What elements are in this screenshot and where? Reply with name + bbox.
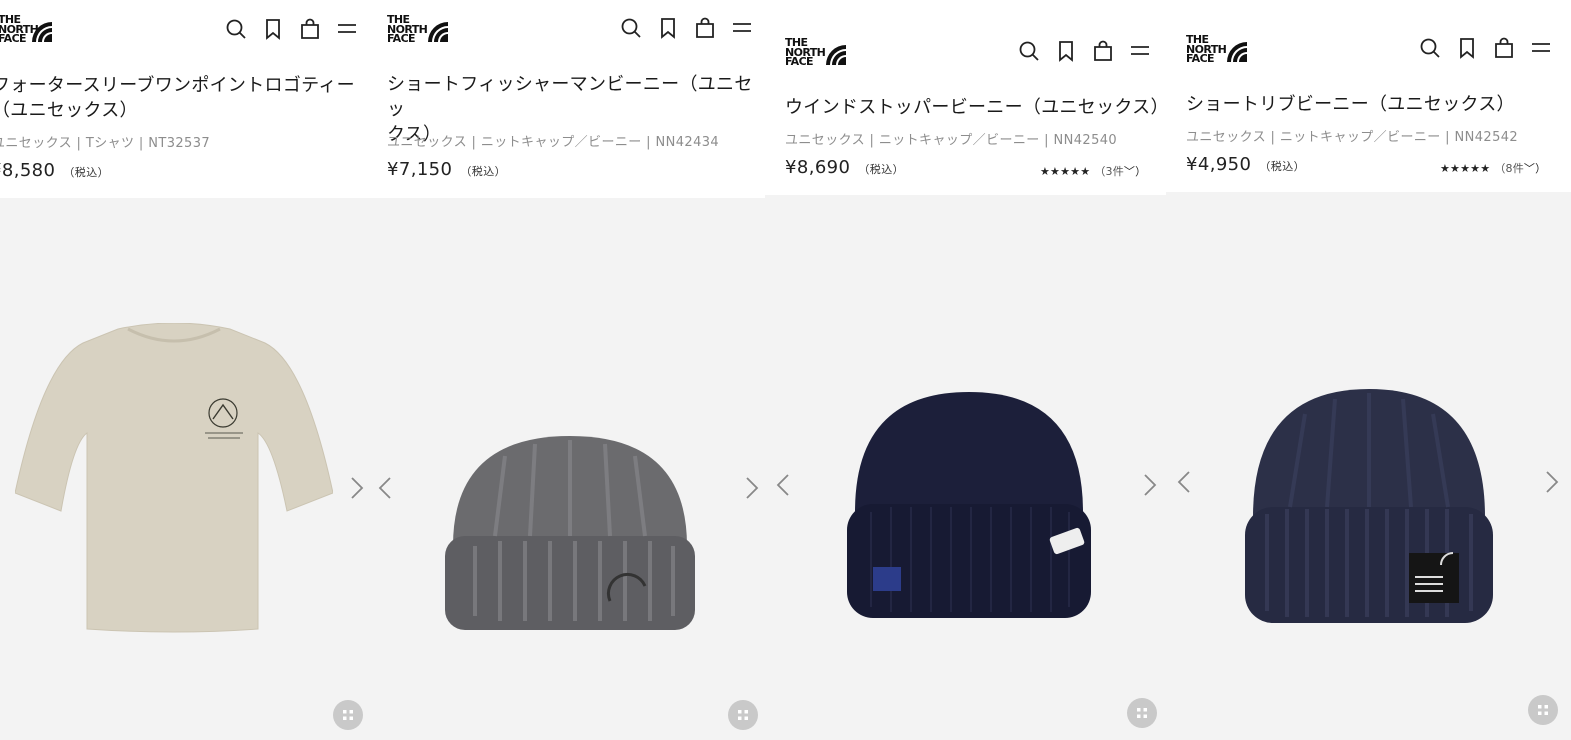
- tax-label: （税込）: [63, 166, 109, 179]
- menu-icon[interactable]: [731, 17, 753, 39]
- product-rating[interactable]: ★★★★★ （8件﹀）: [1440, 160, 1546, 176]
- price-value: ¥8,580: [0, 160, 56, 181]
- grid-icon: [1137, 708, 1147, 718]
- view-grid-button[interactable]: [333, 700, 363, 730]
- menu-icon[interactable]: [1129, 40, 1151, 62]
- half-dome-icon: [1227, 42, 1247, 62]
- product-image[interactable]: [847, 392, 1091, 618]
- product-image-carousel[interactable]: [1166, 192, 1571, 740]
- view-grid-button[interactable]: [1127, 698, 1157, 728]
- chevron-left-icon: [1177, 471, 1190, 493]
- product-panel-3: THE NORTH FACE ウインドストッパービーニー（ユニセックス） ユニセ…: [765, 0, 1166, 740]
- title-line: ショートフィッシャーマンビーニー（ユニセッ: [387, 74, 753, 120]
- search-icon[interactable]: [1018, 40, 1040, 62]
- product-title[interactable]: フォータースリーブワンポイントロゴティー （ユニセックス）: [0, 73, 372, 123]
- bookmark-icon[interactable]: [1456, 37, 1478, 59]
- product-panel-2: THE NORTH FACE ショートフィッシャーマンビーニー（ユニセッ クス）…: [375, 0, 765, 740]
- cart-icon[interactable]: [1493, 37, 1515, 59]
- tax-label: （税込）: [460, 165, 506, 178]
- bookmark-icon[interactable]: [657, 17, 679, 39]
- search-icon[interactable]: [225, 18, 247, 40]
- chevron-down-icon: ﹀）: [1123, 165, 1147, 178]
- search-icon[interactable]: [1419, 37, 1441, 59]
- view-grid-button[interactable]: [728, 700, 758, 730]
- chevron-right-icon: [746, 477, 759, 499]
- view-grid-button[interactable]: [1528, 695, 1558, 725]
- title-line: ウインドストッパービーニー（ユニセックス）: [785, 97, 1166, 118]
- half-dome-icon: [826, 45, 846, 65]
- review-count: （8件: [1494, 162, 1524, 175]
- site-header: THE NORTH FACE: [375, 0, 765, 56]
- title-line: ショートリブビーニー（ユニセックス）: [1186, 94, 1515, 115]
- brand-logo[interactable]: THE NORTH FACE: [387, 14, 448, 44]
- carousel-next-button[interactable]: [1544, 470, 1560, 494]
- cart-icon[interactable]: [694, 17, 716, 39]
- product-meta: ユニセックス | ニットキャップ／ビーニー | NN42434: [387, 135, 720, 150]
- product-price: ¥4,950 （税込）: [1186, 154, 1305, 175]
- bookmark-icon[interactable]: [262, 18, 284, 40]
- price-value: ¥7,150: [387, 159, 453, 180]
- bookmark-icon[interactable]: [1055, 40, 1077, 62]
- grid-icon: [343, 710, 353, 720]
- title-line: （ユニセックス）: [0, 100, 138, 121]
- chevron-right-icon: [1144, 474, 1157, 496]
- menu-icon[interactable]: [336, 18, 358, 40]
- chevron-left-icon: [776, 474, 789, 496]
- title-line: フォータースリーブワンポイントロゴティー: [0, 75, 355, 96]
- carousel-next-button[interactable]: [1142, 473, 1158, 497]
- tax-label: （税込）: [858, 163, 904, 176]
- carousel-next-button[interactable]: [744, 476, 760, 500]
- product-price: ¥7,150 （税込）: [387, 159, 506, 180]
- product-price: ¥8,690 （税込）: [785, 157, 904, 178]
- product-panel-1: THE NORTH FACE フォータースリーブワンポイントロゴティー （ユニセ…: [0, 0, 375, 740]
- header-icons: [620, 17, 753, 39]
- carousel-prev-button[interactable]: [1176, 470, 1192, 494]
- cart-icon[interactable]: [1092, 40, 1114, 62]
- half-dome-icon: [32, 22, 52, 42]
- product-title[interactable]: ウインドストッパービーニー（ユニセックス）: [785, 95, 1166, 120]
- product-rating[interactable]: ★★★★★ （3件﹀）: [1040, 163, 1146, 179]
- product-meta: ユニセックス | Tシャツ | NT32537: [0, 136, 211, 151]
- chevron-right-icon: [1546, 471, 1559, 493]
- product-image[interactable]: [445, 436, 695, 630]
- rating-stars: ★★★★★: [1040, 165, 1091, 178]
- review-count: （3件: [1094, 165, 1124, 178]
- carousel-prev-button[interactable]: [377, 476, 393, 500]
- product-image-carousel[interactable]: [375, 198, 765, 740]
- chevron-left-icon: [378, 477, 391, 499]
- header-icons: [1018, 40, 1151, 62]
- product-panel-4: THE NORTH FACE ショートリブビーニー（ユニセックス） ユニセックス…: [1166, 0, 1571, 740]
- brand-logo[interactable]: THE NORTH FACE: [1186, 34, 1247, 64]
- product-image-carousel[interactable]: [0, 198, 375, 740]
- price-value: ¥4,950: [1186, 154, 1252, 175]
- menu-icon[interactable]: [1530, 37, 1552, 59]
- product-image[interactable]: [15, 323, 333, 635]
- carousel-next-button[interactable]: [349, 476, 365, 500]
- product-price: ¥8,580 （税込）: [0, 160, 109, 181]
- header-icons: [1419, 37, 1552, 59]
- tax-label: （税込）: [1259, 160, 1305, 173]
- product-meta: ユニセックス | ニットキャップ／ビーニー | NN42542: [1186, 130, 1519, 145]
- rating-stars: ★★★★★: [1440, 162, 1491, 175]
- grid-icon: [738, 710, 748, 720]
- site-header: THE NORTH FACE: [765, 22, 1166, 78]
- product-title[interactable]: ショートリブビーニー（ユニセックス）: [1186, 92, 1566, 117]
- carousel-prev-button[interactable]: [775, 473, 791, 497]
- header-icons: [225, 18, 358, 40]
- brand-logo[interactable]: THE NORTH FACE: [0, 14, 52, 44]
- product-image[interactable]: [1245, 389, 1493, 623]
- site-header: THE NORTH FACE: [1166, 19, 1571, 75]
- site-header: THE NORTH FACE: [0, 0, 375, 56]
- grid-icon: [1538, 705, 1548, 715]
- price-value: ¥8,690: [785, 157, 851, 178]
- search-icon[interactable]: [620, 17, 642, 39]
- cart-icon[interactable]: [299, 18, 321, 40]
- chevron-right-icon: [351, 477, 364, 499]
- brand-logo[interactable]: THE NORTH FACE: [785, 37, 846, 67]
- product-image-carousel[interactable]: [765, 195, 1166, 740]
- half-dome-icon: [428, 22, 448, 42]
- chevron-down-icon: ﹀）: [1523, 162, 1547, 175]
- product-meta: ユニセックス | ニットキャップ／ビーニー | NN42540: [785, 133, 1118, 148]
